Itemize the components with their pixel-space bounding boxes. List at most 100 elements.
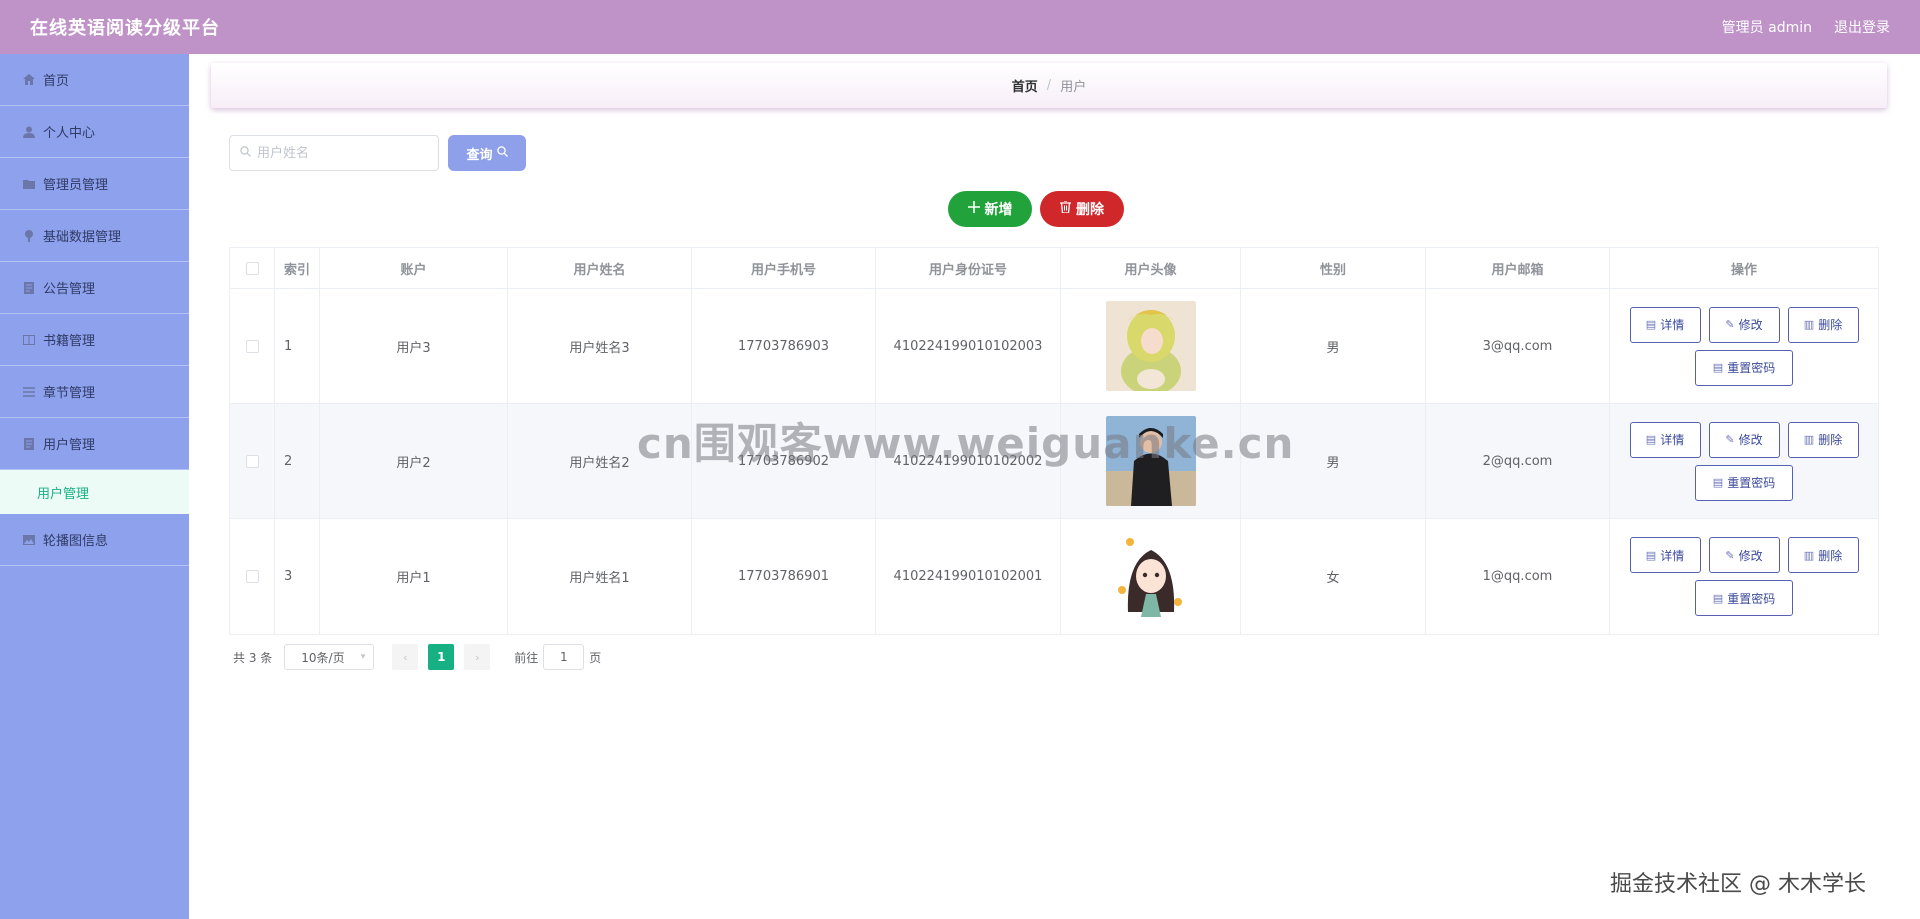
admin-account-link[interactable]: 管理员 admin xyxy=(1722,17,1812,37)
table-row: 3 用户1 用户姓名1 17703786901 4102241990101020… xyxy=(230,519,1878,634)
cell-id-card: 410224199010102001 xyxy=(876,519,1061,634)
cell-email: 3@qq.com xyxy=(1426,289,1610,403)
list-icon xyxy=(22,386,35,398)
sidebar-item-carousel[interactable]: 轮播图信息 xyxy=(0,514,189,566)
delete-button[interactable]: ▥ 删除 xyxy=(1787,306,1859,343)
edit-label: 修改 xyxy=(1738,548,1763,563)
delete-button-label: 删除 xyxy=(1076,202,1104,218)
cell-gender: 女 xyxy=(1241,519,1426,634)
sidebar-item-label: 书籍管理 xyxy=(43,334,96,349)
pagination-total: 共 3 条 xyxy=(233,650,273,665)
delete-label: 删除 xyxy=(1818,433,1843,447)
page-size-select[interactable]: 10条/页 ▾ xyxy=(284,644,375,670)
sidebar-item-profile[interactable]: 个人中心 xyxy=(0,106,189,158)
batch-delete-button[interactable]: 删除 xyxy=(1040,191,1124,227)
user-icon xyxy=(22,126,35,138)
row-checkbox[interactable] xyxy=(245,339,259,353)
detail-button[interactable]: ▤ 详情 xyxy=(1629,537,1701,573)
sidebar-subitem-user-management[interactable]: 用户管理 xyxy=(0,470,189,514)
detail-button[interactable]: ▤ 详情 xyxy=(1629,421,1701,458)
pagination: 共 3 条 10条/页 ▾ ‹ 1 › 前往 页 xyxy=(233,643,601,671)
detail-label: 详情 xyxy=(1660,548,1685,563)
sidebar-item-label: 基础数据管理 xyxy=(43,230,122,245)
sidebar-item-label: 个人中心 xyxy=(43,126,96,141)
delete-button[interactable]: ▥ 删除 xyxy=(1787,421,1859,458)
search-icon xyxy=(496,145,508,161)
edit-button[interactable]: ✎ 修改 xyxy=(1708,537,1780,573)
avatar[interactable] xyxy=(1105,416,1196,506)
reset-password-label: 重置密码 xyxy=(1727,361,1776,375)
select-all-checkbox[interactable] xyxy=(245,261,259,275)
header-id-card: 用户身份证号 xyxy=(876,248,1061,288)
logout-link[interactable]: 退出登录 xyxy=(1834,17,1890,37)
header-actions: 操作 xyxy=(1730,262,1757,278)
cell-name: 用户姓名3 xyxy=(508,289,692,403)
search-field[interactable] xyxy=(229,135,439,171)
header-avatar: 用户头像 xyxy=(1061,248,1241,288)
reset-password-button[interactable]: ▤ 重置密码 xyxy=(1695,580,1793,616)
home-icon xyxy=(22,74,35,86)
main-content: 首页 / 用户 查询 新增 删除 索引 账户 用户姓名 用户手机号 用户身份证号… xyxy=(189,54,1920,919)
trash-icon: ▥ xyxy=(1803,318,1815,331)
header-right: 管理员 admin 退出登录 xyxy=(1722,17,1890,37)
top-header: 在线英语阅读分级平台 管理员 admin 退出登录 xyxy=(0,0,1920,54)
sidebar-item-admin[interactable]: 管理员管理 xyxy=(0,158,189,210)
trash-icon xyxy=(1060,200,1071,217)
add-button[interactable]: 新增 xyxy=(948,191,1032,227)
delete-button[interactable]: ▥ 删除 xyxy=(1787,537,1859,573)
sidebar-item-home[interactable]: 首页 xyxy=(0,54,189,106)
sidebar-item-notice[interactable]: 公告管理 xyxy=(0,262,189,314)
breadcrumb-separator: / xyxy=(1046,78,1052,93)
sidebar-item-books[interactable]: 书籍管理 xyxy=(0,314,189,366)
reset-password-button[interactable]: ▤ 重置密码 xyxy=(1695,349,1793,386)
sidebar-item-users[interactable]: 用户管理 xyxy=(0,418,189,470)
cell-index: 3 xyxy=(275,519,320,634)
row-checkbox[interactable] xyxy=(245,570,259,583)
cell-avatar xyxy=(1061,404,1241,518)
page-number-current[interactable]: 1 xyxy=(428,644,455,670)
row-checkbox[interactable] xyxy=(245,454,259,468)
pencil-icon: ✎ xyxy=(1725,433,1735,446)
goto-suffix: 页 xyxy=(589,650,602,665)
search-input[interactable] xyxy=(257,145,427,161)
detail-button[interactable]: ▤ 详情 xyxy=(1629,306,1701,343)
goto-page-input[interactable] xyxy=(543,644,585,670)
document-icon: ▤ xyxy=(1712,476,1724,489)
header-account: 账户 xyxy=(320,248,508,288)
pin-icon xyxy=(22,229,35,242)
chevron-down-icon: ▾ xyxy=(360,652,366,662)
trash-icon: ▥ xyxy=(1803,548,1815,562)
delete-label: 删除 xyxy=(1818,548,1843,563)
query-button[interactable]: 查询 xyxy=(448,135,526,171)
row-checkbox-cell xyxy=(230,404,275,518)
cell-gender: 男 xyxy=(1241,289,1426,403)
folder-icon xyxy=(22,178,35,190)
cell-email: 1@qq.com xyxy=(1426,519,1610,634)
cell-id-card: 410224199010102003 xyxy=(876,289,1061,403)
sidebar-item-basic-data[interactable]: 基础数据管理 xyxy=(0,210,189,262)
page-size-value: 10条/页 xyxy=(301,650,345,665)
document-icon: ▤ xyxy=(1645,318,1657,331)
breadcrumb-current: 用户 xyxy=(1060,80,1087,95)
table-header: 索引 账户 用户姓名 用户手机号 用户身份证号 用户头像 性别 用户邮箱 操作 xyxy=(230,248,1878,289)
detail-label: 详情 xyxy=(1660,318,1685,332)
cell-phone: 17703786902 xyxy=(692,404,876,518)
goto-label: 前往 xyxy=(514,650,539,665)
add-button-label: 新增 xyxy=(984,202,1013,218)
next-page-button[interactable]: › xyxy=(464,644,491,670)
cell-account: 用户1 xyxy=(320,519,508,634)
chevron-left-icon: ‹ xyxy=(403,650,408,664)
cell-phone: 17703786901 xyxy=(692,519,876,634)
sidebar-item-chapters[interactable]: 章节管理 xyxy=(0,366,189,418)
header-gender: 性别 xyxy=(1241,248,1426,288)
cell-actions: ▤ 详情 ✎ 修改 ▥ 删除 ▤ 重置密码 xyxy=(1610,289,1878,403)
edit-button[interactable]: ✎ 修改 xyxy=(1708,306,1780,343)
edit-button[interactable]: ✎ 修改 xyxy=(1708,421,1780,458)
reset-password-button[interactable]: ▤ 重置密码 xyxy=(1695,464,1793,501)
table-row: 1 用户3 用户姓名3 17703786903 4102241990101020… xyxy=(230,289,1878,404)
breadcrumb-home[interactable]: 首页 xyxy=(1012,76,1038,95)
avatar[interactable] xyxy=(1105,531,1196,622)
avatar[interactable] xyxy=(1105,301,1196,391)
prev-page-button[interactable]: ‹ xyxy=(392,644,419,670)
header-index: 索引 xyxy=(275,248,320,288)
